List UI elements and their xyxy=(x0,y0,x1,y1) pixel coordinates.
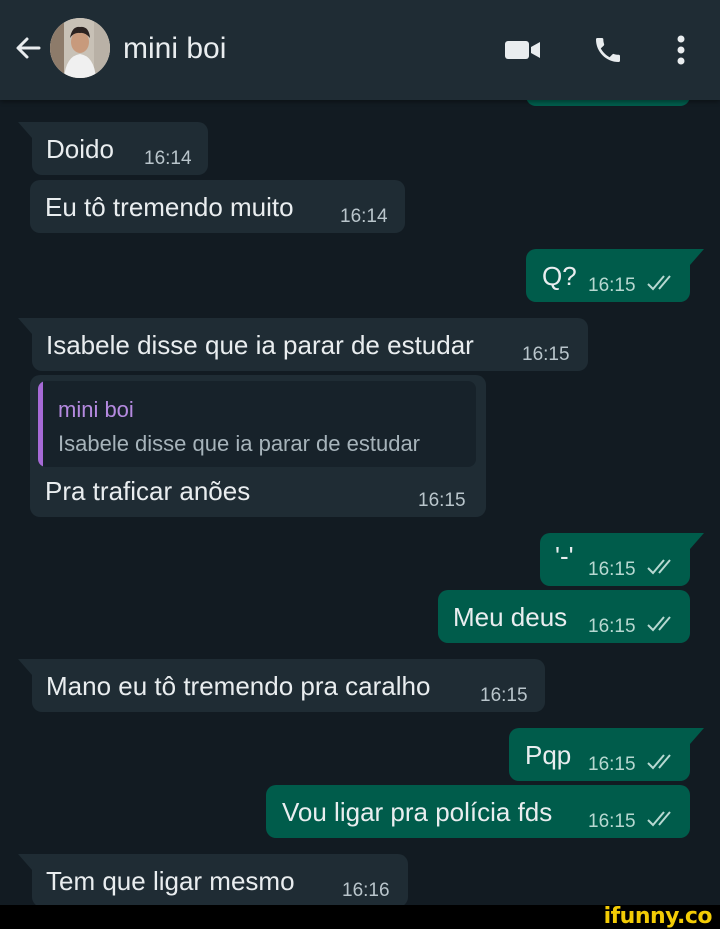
message-incoming[interactable]: Tem que ligar mesmo 16:16 xyxy=(18,854,408,907)
read-ticks-icon xyxy=(647,811,671,827)
message-incoming[interactable]: Isabele disse que ia parar de estudar 16… xyxy=(18,318,588,371)
message-outgoing[interactable]: '-' 16:15 xyxy=(540,533,704,586)
avatar[interactable] xyxy=(50,18,110,78)
message-time: 16:15 xyxy=(480,685,528,706)
message-time: 16:15 xyxy=(588,811,636,832)
message-outgoing[interactable]: Q? 16:15 xyxy=(526,249,704,302)
back-button[interactable] xyxy=(10,30,46,66)
message-time: 16:15 xyxy=(588,275,636,296)
message-text: Meu deus xyxy=(453,602,568,632)
back-arrow-icon xyxy=(16,37,41,59)
video-call-button[interactable] xyxy=(502,30,544,70)
message-incoming[interactable]: Mano eu tô tremendo pra caralho 16:15 xyxy=(18,659,545,712)
message-time: 16:16 xyxy=(342,880,390,901)
message-text: Doido xyxy=(46,134,114,164)
chat-header: mini boi xyxy=(0,0,720,100)
voice-call-button[interactable] xyxy=(588,30,628,70)
read-ticks-icon xyxy=(647,559,671,575)
contact-name[interactable]: mini boi xyxy=(123,32,226,66)
quoted-text: Isabele disse que ia parar de estudar xyxy=(58,431,421,456)
ifunny-watermark: ifunny.co xyxy=(603,904,713,929)
message-outgoing[interactable]: Vou ligar pra polícia fds 16:15 xyxy=(266,785,690,838)
message-incoming-reply[interactable]: mini boi Isabele disse que ia parar de e… xyxy=(30,375,486,517)
message-time: 16:15 xyxy=(522,344,570,365)
message-outgoing[interactable]: Meu deus 16:15 xyxy=(438,590,690,643)
voice-call-icon xyxy=(596,38,620,62)
message-time: 16:14 xyxy=(144,148,192,169)
message-time: 16:15 xyxy=(588,616,636,637)
message-text: Pra traficar anões xyxy=(45,476,251,506)
video-call-icon xyxy=(505,41,540,59)
message-time: 16:15 xyxy=(588,559,636,580)
message-time: 16:14 xyxy=(340,206,388,227)
message-text: Vou ligar pra polícia fds xyxy=(282,797,553,827)
read-ticks-icon xyxy=(647,754,671,770)
message-incoming[interactable]: Eu tô tremendo muito 16:14 xyxy=(30,180,405,233)
message-text: '-' xyxy=(555,541,574,571)
message-text: Isabele disse que ia parar de estudar xyxy=(46,330,474,360)
message-text: Pqp xyxy=(525,740,572,770)
message-outgoing[interactable]: Pqp 16:15 xyxy=(509,728,704,781)
message-text: Tem que ligar mesmo xyxy=(46,866,295,896)
message-text: Mano eu tô tremendo pra caralho xyxy=(46,671,431,701)
avatar-photo-icon xyxy=(50,18,110,78)
message-time: 16:15 xyxy=(418,490,466,511)
message-time: 16:15 xyxy=(588,754,636,775)
more-options-button[interactable] xyxy=(664,30,698,70)
message-incoming[interactable]: Doido 16:14 xyxy=(18,122,208,175)
read-ticks-icon xyxy=(647,616,671,632)
quoted-message[interactable]: mini boi Isabele disse que ia parar de e… xyxy=(38,381,476,467)
more-options-icon xyxy=(677,35,685,65)
message-text: Eu tô tremendo muito xyxy=(45,192,294,222)
read-ticks-icon xyxy=(647,275,671,291)
message-text: Q? xyxy=(542,261,577,291)
quoted-author: mini boi xyxy=(58,397,134,422)
quote-accent-bar xyxy=(38,381,43,467)
